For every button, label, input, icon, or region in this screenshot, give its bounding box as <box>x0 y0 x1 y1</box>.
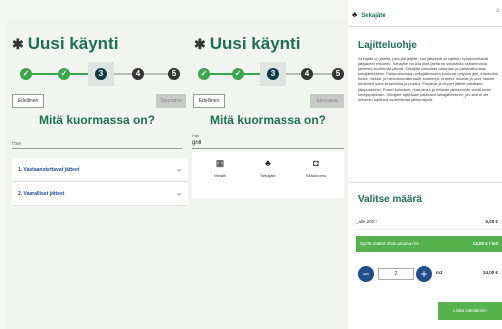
category-accordion-hazardous[interactable]: 2. Vaaralliset jätteet ⌄ <box>12 182 188 206</box>
progress-stepper: ✓ ✓ 3 4 5 <box>198 62 346 86</box>
mixed-waste-icon: ♣ <box>352 10 358 19</box>
minus-icon[interactable]: − <box>358 266 374 282</box>
waste-detail-panel: ♣ Sekajäte × Lajitteluohje Sekajäte on jä… <box>348 0 502 329</box>
previous-button[interactable]: Edellinen <box>193 94 225 108</box>
step-5[interactable]: 5 <box>332 68 344 80</box>
chevron-down-icon: ⌄ <box>176 166 182 173</box>
option-cubic-meters[interactable]: Syötä määrä irtokuutioina m3 13,00 € / m… <box>356 236 502 252</box>
step-1-done-icon[interactable]: ✓ <box>20 68 32 80</box>
category-label: 1. Vastaanotettavat jätteet <box>18 167 80 173</box>
next-button[interactable]: Seuraava <box>310 94 344 108</box>
total-price: 24,00 € <box>482 270 498 275</box>
category-label: 2. Vaaralliset jätteet <box>18 191 65 197</box>
search-input[interactable] <box>12 139 182 149</box>
sorting-heading: Lajitteluohje <box>358 40 417 51</box>
result-mixed-waste[interactable]: ♣ Sekajäte <box>246 156 290 178</box>
quantity-stepper: − 2 + m3 24,00 € <box>358 264 502 284</box>
question-heading: Mitä kuormassa on? <box>209 113 327 127</box>
result-label: Sähköromu <box>305 173 327 178</box>
previous-button[interactable]: Edellinen <box>12 94 44 108</box>
step-4[interactable]: 4 <box>301 68 313 80</box>
step-1-done-icon[interactable]: ✓ <box>198 68 210 80</box>
result-electronics[interactable]: ◘ Sähköromu <box>294 156 338 178</box>
visit-screen-categories: ✱ Uusi käynti ✓ ✓ 3 4 5 Edellinen Seuraav… <box>6 22 188 329</box>
result-label: Sekajäte <box>260 173 276 178</box>
unit-label: m3 <box>436 270 443 275</box>
star-icon: ✱ <box>194 36 206 52</box>
plus-icon[interactable]: + <box>416 266 432 282</box>
progress-stepper: ✓ ✓ 3 4 5 <box>20 62 180 86</box>
metal-icon: ▦ <box>215 158 225 168</box>
step-2-done-icon[interactable]: ✓ <box>232 68 244 80</box>
quantity-input[interactable]: 2 <box>378 268 414 280</box>
question-heading: Mitä kuormassa on? <box>38 113 156 127</box>
electronics-icon: ◘ <box>313 158 319 168</box>
step-4[interactable]: 4 <box>132 68 144 80</box>
next-button[interactable]: Seuraava <box>156 94 186 108</box>
option-price: 6,00 € <box>485 219 498 224</box>
visit-screen-search: ✱ Uusi käynti ✓ ✓ 3 4 5 Edellinen Seuraav… <box>188 22 348 329</box>
result-metal[interactable]: ▦ Metalli <box>198 156 242 178</box>
page-title: ✱ Uusi käynti <box>194 34 301 53</box>
quantity-heading: Valitse määrä <box>358 194 422 205</box>
option-label: _alle 200 l <box>356 219 377 224</box>
add-to-cart-button[interactable]: Lisää ostoskoriin <box>438 302 502 320</box>
step-3-current[interactable]: 3 <box>267 68 279 80</box>
step-5[interactable]: 5 <box>168 68 180 80</box>
search-input[interactable] <box>192 137 344 149</box>
category-accordion-received[interactable]: 1. Vastaanotettavat jätteet ⌄ <box>12 158 188 182</box>
step-2-done-icon[interactable]: ✓ <box>58 68 70 80</box>
option-price: 13,00 € / m3 <box>472 241 498 246</box>
page-title: ✱ Uusi käynti <box>12 34 119 53</box>
sorting-instructions: Sekajäte on jätettä, joka jää jäljelle, … <box>358 56 499 102</box>
close-icon[interactable]: × <box>495 6 500 15</box>
chevron-down-icon: ⌄ <box>176 190 182 197</box>
detail-header: ♣ Sekajäte <box>352 10 386 19</box>
step-3-current[interactable]: 3 <box>95 68 107 80</box>
star-icon: ✱ <box>12 36 24 52</box>
option-under-200l[interactable]: _alle 200 l 6,00 € <box>356 214 502 230</box>
mixed-waste-icon: ♣ <box>265 158 271 168</box>
result-label: Metalli <box>214 173 226 178</box>
search-results: ▦ Metalli ♣ Sekajäte ◘ Sähköromu <box>192 152 344 198</box>
option-label: Syötä määrä irtokuutioina m3 <box>360 241 419 246</box>
